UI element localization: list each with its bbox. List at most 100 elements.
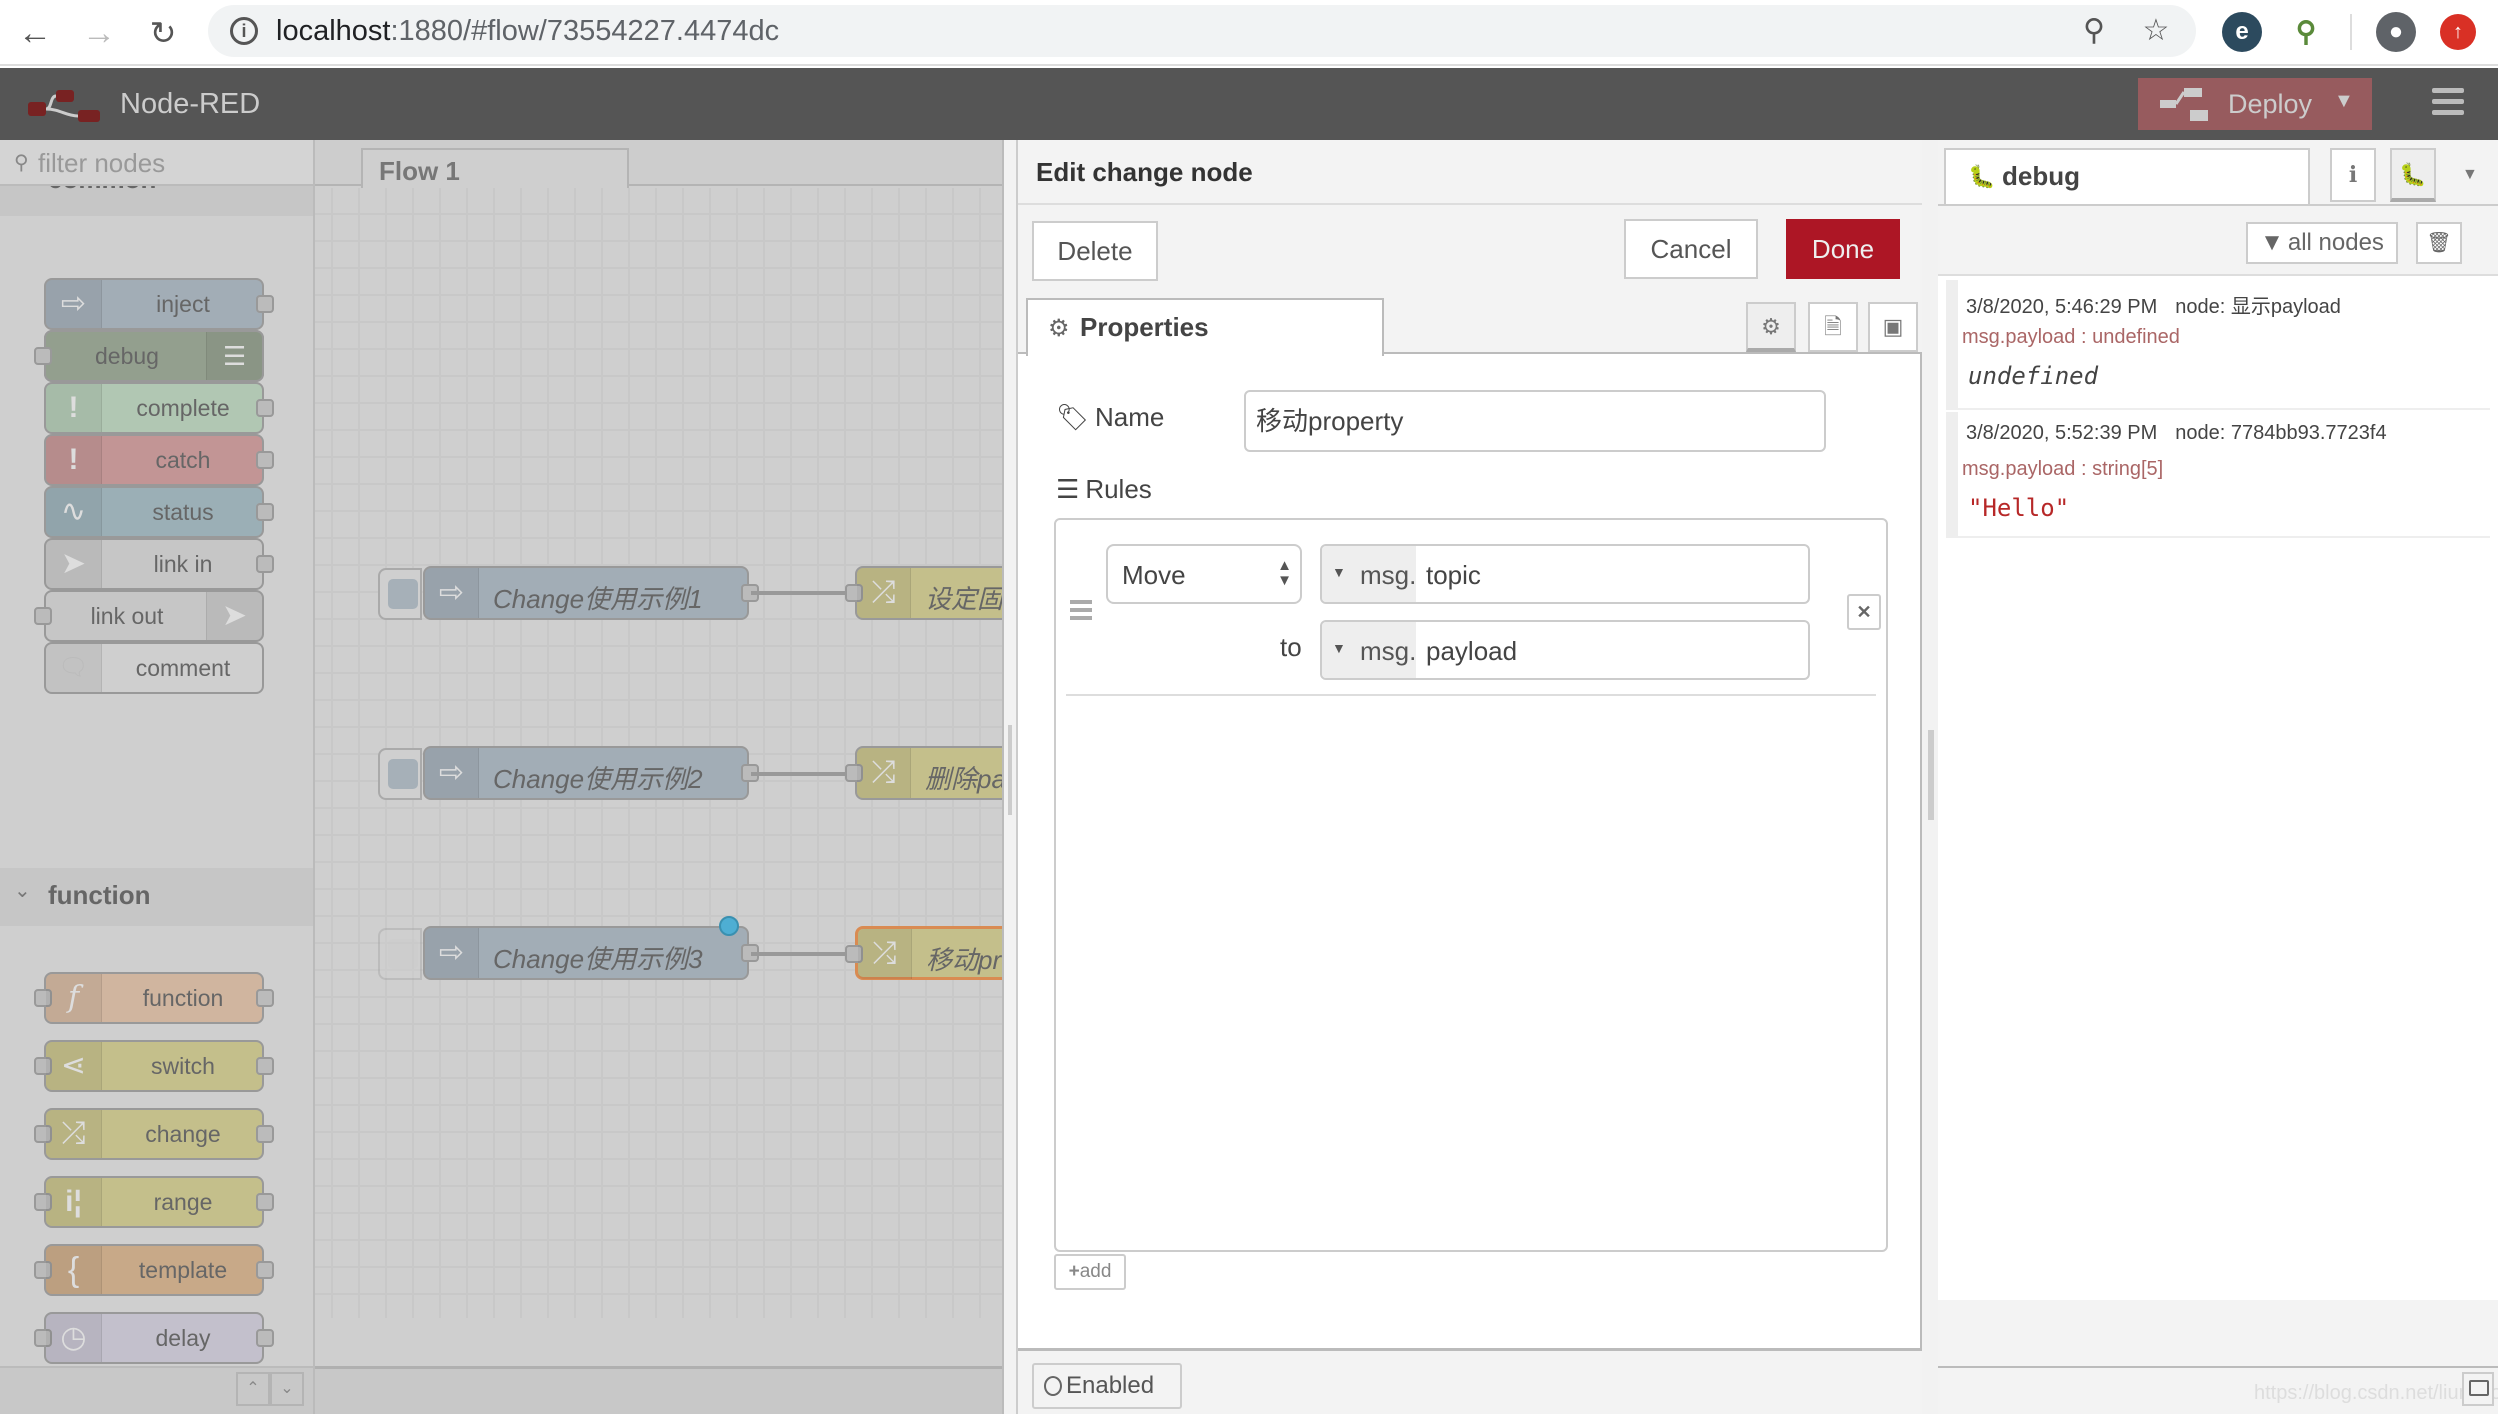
name-input[interactable]: 移动property — [1244, 390, 1826, 452]
extension-key-icon[interactable]: ⚲ — [2286, 12, 2326, 52]
rule-action-select[interactable]: Move ▲ ▼ — [1106, 544, 1302, 604]
exclamation-icon: ! — [46, 436, 102, 484]
deploy-button[interactable]: Deploy ▼ — [2138, 78, 2372, 130]
palette-node-debug[interactable]: debug ☰ — [34, 330, 264, 382]
palette-node-link-in[interactable]: ➤ link in — [44, 538, 274, 590]
node-red-logo-icon — [28, 90, 100, 122]
tray-resize-strip[interactable] — [1002, 140, 1016, 1414]
palette-node-range[interactable]: i¦ range — [34, 1176, 274, 1228]
sidebar-separator[interactable] — [1922, 140, 1938, 1414]
appearance-frame-icon[interactable]: ▣ — [1868, 302, 1918, 352]
output-port — [256, 555, 274, 573]
flow-node-change[interactable]: ⤮ 设定固 — [845, 566, 1002, 620]
info-icon[interactable]: i — [2330, 148, 2376, 202]
palette-node-comment[interactable]: 🗨 comment — [44, 642, 264, 694]
palette-node-delay[interactable]: ◷ delay — [34, 1312, 274, 1364]
output-port — [256, 451, 274, 469]
flow-node-inject[interactable]: ⇨ Change使用示例2 — [423, 746, 759, 800]
back-arrow-icon[interactable]: ← — [12, 10, 58, 56]
inject-trigger-button[interactable] — [378, 568, 422, 620]
palette-node-change[interactable]: ⤮ change — [34, 1108, 274, 1160]
palette-node-complete[interactable]: ! complete — [44, 382, 274, 434]
site-info-icon[interactable]: i — [230, 17, 258, 45]
debug-filter-button[interactable]: ▼ all nodes — [2246, 222, 2398, 264]
sidebar-tab-debug[interactable]: 🐛 debug — [1944, 148, 2310, 204]
message-node-link[interactable]: node: 7784bb93.7723f4 — [2175, 422, 2386, 444]
chevron-down-icon: ⌄ — [14, 880, 31, 902]
wire[interactable] — [751, 952, 845, 956]
message-timestamp: 3/8/2020, 5:46:29 PM — [1966, 296, 2158, 318]
workspace-footer — [315, 1366, 1002, 1414]
main-menu-icon[interactable] — [2432, 88, 2464, 118]
output-port — [256, 1125, 274, 1143]
description-document-icon[interactable]: 🗎 — [1808, 302, 1858, 352]
expand-all-icon[interactable]: ⌄ — [270, 1372, 304, 1406]
flow-node-inject[interactable]: ⇨ Change使用示例3 — [423, 926, 759, 980]
url-text[interactable]: localhost:1880/#flow/73554227.4474dc — [276, 15, 779, 47]
done-button[interactable]: Done — [1786, 219, 1900, 279]
filter-nodes-placeholder[interactable]: filter nodes — [38, 148, 165, 179]
rule-to-property-input[interactable]: ▼ msg. payload — [1320, 620, 1810, 680]
inject-trigger-button[interactable] — [378, 928, 422, 980]
delete-button[interactable]: Delete — [1032, 221, 1158, 281]
trash-icon[interactable]: 🗑 — [2416, 222, 2462, 264]
select-updown-icon: ▲ ▼ — [1277, 557, 1292, 589]
flow-node-change-selected[interactable]: ⤮ 移动pro — [845, 926, 1002, 980]
wire[interactable] — [751, 591, 845, 595]
inject-trigger-button[interactable] — [378, 748, 422, 800]
drag-handle-icon[interactable] — [1070, 600, 1092, 624]
palette-node-template[interactable]: { template — [34, 1244, 274, 1296]
bookmark-star-icon[interactable]: ☆ — [2138, 13, 2174, 49]
address-bar[interactable]: i localhost:1880/#flow/73554227.4474dc ⚲… — [208, 5, 2196, 57]
output-port — [256, 1057, 274, 1075]
property-type-select[interactable]: ▼ msg. — [1322, 622, 1416, 678]
sidebar-resize-handle[interactable] — [1928, 730, 1934, 820]
deploy-menu-caret-icon[interactable]: ▼ — [2334, 90, 2354, 113]
popout-window-icon[interactable] — [2462, 1372, 2494, 1406]
browser-toolbar: ← → ↻ i localhost:1880/#flow/73554227.44… — [0, 0, 2498, 66]
category-function-header[interactable]: ⌄ function — [0, 868, 313, 926]
editor-tabs: ⚙ Properties ⚙ 🗎 ▣ — [1018, 292, 1922, 356]
property-type-select[interactable]: ▼ msg. — [1322, 546, 1416, 602]
collapse-all-icon[interactable]: ⌃ — [236, 1372, 270, 1406]
palette-node-catch[interactable]: ! catch — [44, 434, 274, 486]
palette-node-switch[interactable]: ⋖ switch — [34, 1040, 274, 1092]
extension-e-icon[interactable]: e — [2222, 12, 2262, 52]
wire[interactable] — [751, 772, 845, 776]
rule-from-property-input[interactable]: ▼ msg. topic — [1320, 544, 1810, 604]
debug-message[interactable]: 3/8/2020, 5:52:39 PM node: 7784bb93.7723f… — [1946, 412, 2490, 538]
zoom-out-icon[interactable]: ⚲ — [2076, 13, 2112, 49]
remove-rule-close-icon[interactable]: ✕ — [1847, 594, 1881, 630]
flow-node-inject[interactable]: ⇨ Change使用示例1 — [423, 566, 759, 620]
output-port — [256, 1261, 274, 1279]
forward-arrow-icon[interactable]: → — [76, 10, 122, 56]
palette-node-link-out[interactable]: link out ➤ — [34, 590, 264, 642]
profile-avatar-icon[interactable]: ● — [2376, 12, 2416, 52]
bug-icon: 🐛 — [1968, 164, 1996, 189]
add-rule-button[interactable]: +add — [1054, 1254, 1126, 1290]
enabled-toggle[interactable]: Enabled — [1032, 1363, 1182, 1409]
sidebar: 🐛 debug i 🐛 ▼ ▼ all nodes 🗑 3/8/2020, 5:4… — [1938, 140, 2498, 1414]
debug-list-icon: ☰ — [206, 332, 262, 380]
message-node-link[interactable]: node: 显示payload — [2175, 296, 2341, 318]
cancel-button[interactable]: Cancel — [1624, 219, 1758, 279]
sidebar-menu-caret-icon[interactable]: ▼ — [2462, 166, 2478, 184]
palette-node-status[interactable]: ∿ status — [44, 486, 274, 538]
palette-node-function[interactable]: f function — [34, 972, 274, 1024]
message-property[interactable]: msg.payload : undefined — [1962, 326, 2180, 349]
update-arrow-icon[interactable]: ↑ — [2440, 14, 2476, 50]
debug-bug-icon[interactable]: 🐛 — [2390, 148, 2436, 202]
output-port — [256, 1329, 274, 1347]
settings-gear-tab-icon[interactable]: ⚙ — [1746, 302, 1796, 352]
debug-message[interactable]: 3/8/2020, 5:46:29 PM node: 显示payload msg.… — [1946, 280, 2490, 410]
tray-resize-handle[interactable] — [1008, 725, 1012, 815]
message-property[interactable]: msg.payload : string[5] — [1962, 458, 2163, 481]
reload-icon[interactable]: ↻ — [140, 10, 186, 56]
palette-node-inject[interactable]: ⇨ inject — [44, 278, 274, 330]
tab-properties[interactable]: ⚙ Properties — [1026, 298, 1384, 356]
rules-label: ☰ Rules — [1056, 474, 1152, 504]
funnel-icon: ▼ — [2260, 229, 2284, 256]
flow-node-change[interactable]: ⤮ 删除pa — [845, 746, 1002, 800]
tab-flow-1[interactable]: Flow 1 — [361, 148, 629, 188]
pulse-icon: ∿ — [46, 488, 102, 536]
